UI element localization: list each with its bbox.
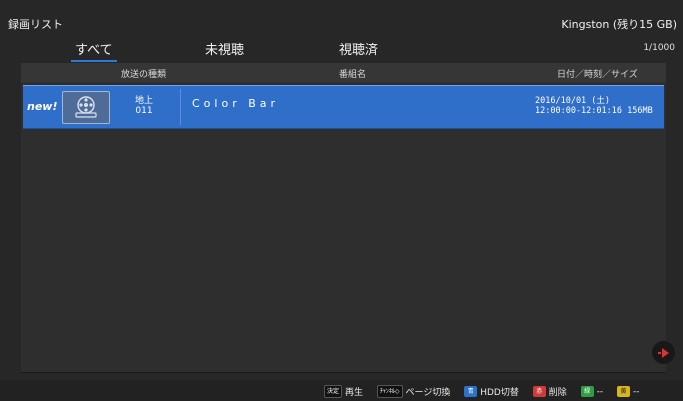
blue-key-chip: 青 [464,386,478,397]
tab-all[interactable]: すべて [71,39,117,62]
storage-info: Kingston (残り15 GB) [561,18,677,31]
key-hdd-switch[interactable]: 青 HDD切替 [464,385,528,398]
key-delete[interactable]: 赤削除 [532,385,576,398]
film-reel-icon [75,96,97,118]
key-page-switch-label: ページ切換 [405,388,451,398]
thumbnail [62,91,110,124]
channel-number: 011 [135,106,153,116]
green-key-chip: 緑 [580,386,594,397]
recording-time-size: 12:00:00-12:01:16 156MB [535,106,653,116]
column-broadcast-type: 放送の種類 [121,70,167,80]
play-button[interactable] [652,341,675,364]
program-name: Color Bar [192,97,280,110]
list-header: 放送の種類 番組名 日付／時刻／サイズ [21,63,666,82]
page-count: 1/1000 [643,43,675,53]
date-time-size: 2016/10/01 (土) 12:00:00-12:01:16 156MB [535,96,653,116]
top-bar: 録画リスト Kingston (残り15 GB) [0,0,683,36]
tab-bar: すべて 未視聴 視聴済 1/1000 [0,36,683,62]
recording-date: 2016/10/01 (土) [535,96,611,106]
play-icon [658,348,669,358]
broadcast-type-label: 地上 [134,96,153,106]
red-key-chip: 赤 [532,386,546,397]
key-delete-label: 削除 [548,388,567,398]
key-yellow[interactable]: 黄 -- [617,386,649,397]
broadcast-type: 地上 011 [124,96,164,116]
footer-key-guide: 決定 再生 ﾁｬﾝﾈﾙ◇ ページ切換 青 HDD切替 赤削除 緑 -- 黄 -- [0,380,683,401]
tab-watched[interactable]: 視聴済 [339,39,378,58]
column-datetime-size: 日付／時刻／サイズ [557,70,638,80]
key-page-switch[interactable]: ﾁｬﾝﾈﾙ◇ ページ切換 [376,385,459,398]
key-play[interactable]: 決定 再生 [324,385,372,398]
yellow-key-chip: 黄 [617,386,631,397]
enter-key-chip: 決定 [324,385,343,398]
column-divider [180,89,181,125]
recording-list: 放送の種類 番組名 日付／時刻／サイズ new! 地上 011 Color Ba… [21,63,666,373]
list-item[interactable]: new! 地上 011 Color Bar 2016/10/01 (土) 12:… [23,85,664,129]
channel-key-chip: ﾁｬﾝﾈﾙ◇ [376,385,403,398]
key-play-label: 再生 [345,388,364,398]
new-badge: new! [27,100,58,113]
key-green-label: -- [596,386,604,397]
key-green[interactable]: 緑 -- [580,386,613,397]
key-hdd-switch-label: HDD切替 [480,388,519,398]
tab-unwatched[interactable]: 未視聴 [205,39,244,58]
key-yellow-label: -- [633,386,640,397]
key-guide: 決定 再生 ﾁｬﾝﾈﾙ◇ ページ切換 青 HDD切替 赤削除 緑 -- 黄 -- [322,385,649,399]
column-program-name: 番組名 [339,70,367,80]
page-title: 録画リスト [8,18,63,31]
